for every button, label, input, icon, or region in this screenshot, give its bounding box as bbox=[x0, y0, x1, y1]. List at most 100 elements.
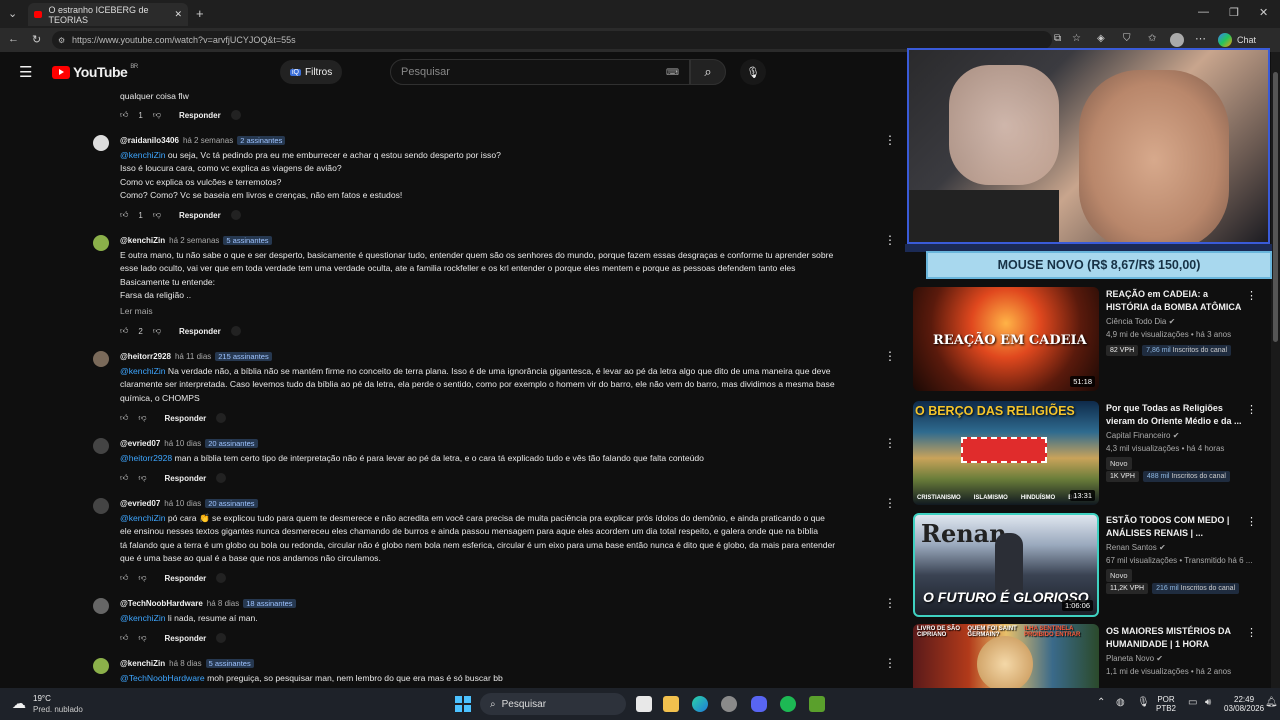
avatar[interactable] bbox=[93, 351, 109, 367]
comment-time[interactable]: há 8 dias bbox=[207, 599, 239, 608]
channel-name[interactable]: Planeta Novo ✔ bbox=[1106, 654, 1163, 663]
url-field[interactable]: ⚙ https://www.youtube.com/watch?v=arvfjU… bbox=[52, 31, 1052, 49]
comment-menu-icon[interactable]: ⋮ bbox=[884, 436, 896, 450]
youtube-logo[interactable]: YouTube BR bbox=[52, 64, 138, 80]
weather-temp[interactable]: 19°C bbox=[33, 694, 51, 703]
mention-link[interactable]: @heitorr2928 bbox=[120, 453, 172, 463]
close-tab-icon[interactable]: ✕ bbox=[174, 9, 182, 20]
video-title[interactable]: OS MAIORES MISTÉRIOS DA HUMANIDADE | 1 H… bbox=[1106, 625, 1251, 650]
volume-icon[interactable]: 🔊︎ bbox=[1205, 697, 1211, 708]
like-icon[interactable]: 👍︎ bbox=[120, 326, 128, 336]
tab-actions-icon[interactable]: ⌄ bbox=[8, 7, 17, 20]
weather-desc[interactable]: Pred. nublado bbox=[33, 705, 83, 714]
avatar[interactable] bbox=[93, 658, 109, 674]
like-icon[interactable]: 👍︎ bbox=[120, 110, 128, 120]
reply-button[interactable]: Responder bbox=[179, 111, 221, 120]
dislike-icon[interactable]: 👎︎ bbox=[138, 473, 146, 483]
recommendation-item[interactable]: Renan O FUTURO É GLORIOSO 1:06:06 ESTÃO … bbox=[913, 513, 1271, 621]
author-handle[interactable]: @kenchiZin bbox=[120, 236, 165, 245]
weather-icon[interactable]: ☁ bbox=[12, 695, 26, 712]
avatar[interactable] bbox=[93, 438, 109, 454]
video-menu-icon[interactable]: ⋮ bbox=[1246, 403, 1257, 416]
reply-button[interactable]: Responder bbox=[179, 211, 221, 220]
shield-icon[interactable]: ⛉ bbox=[1123, 33, 1131, 44]
maximize-icon[interactable]: ❐ bbox=[1229, 6, 1239, 19]
comment-time[interactable]: há 10 dias bbox=[164, 499, 201, 508]
filters-button[interactable]: iQ Filtros bbox=[280, 60, 343, 84]
recommendation-item[interactable]: LIVRO DE SÃO CIPRIANO QUEM FOI SAINT GERM… bbox=[913, 624, 1271, 688]
comment-time[interactable]: há 8 dias bbox=[169, 659, 201, 668]
extensions-icon[interactable]: ◈ bbox=[1097, 33, 1105, 44]
channel-name[interactable]: Ciência Todo Dia ✔ bbox=[1106, 317, 1175, 326]
dislike-icon[interactable]: 👎︎ bbox=[153, 210, 161, 220]
comment-time[interactable]: há 11 dias bbox=[175, 352, 211, 361]
copilot-chat-label[interactable]: Chat bbox=[1237, 35, 1256, 45]
author-handle[interactable]: @kenchiZin bbox=[120, 659, 165, 668]
active-tab[interactable]: O estranho ICEBERG de TEORIAS ✕ bbox=[28, 3, 188, 26]
avatar[interactable] bbox=[93, 498, 109, 514]
comment-menu-icon[interactable]: ⋮ bbox=[884, 596, 896, 610]
dislike-icon[interactable]: 👎︎ bbox=[153, 110, 161, 120]
task-view-icon[interactable] bbox=[636, 696, 652, 712]
clock[interactable]: 22:49 03/08/2026 bbox=[1224, 695, 1264, 713]
video-menu-icon[interactable]: ⋮ bbox=[1246, 626, 1257, 639]
comment-time[interactable]: há 2 semanas bbox=[183, 136, 233, 145]
video-menu-icon[interactable]: ⋮ bbox=[1246, 515, 1257, 528]
author-handle[interactable]: @raidanilo3406 bbox=[120, 136, 179, 145]
video-thumbnail[interactable]: O BERÇO DAS RELIGIÕES CRISTIANISMO ISLAMI… bbox=[913, 401, 1099, 505]
avatar[interactable] bbox=[93, 598, 109, 614]
edge-icon[interactable] bbox=[692, 696, 708, 712]
more-menu-icon[interactable]: ⋯ bbox=[1195, 32, 1206, 45]
voice-search-button[interactable]: 🎙 bbox=[740, 59, 766, 85]
taskbar-search[interactable]: ⌕ Pesquisar bbox=[480, 693, 626, 715]
comment-time[interactable]: há 2 semanas bbox=[169, 236, 219, 245]
video-menu-icon[interactable]: ⋮ bbox=[1246, 289, 1257, 302]
author-handle[interactable]: @heitorr2928 bbox=[120, 352, 171, 361]
page-scrollbar[interactable] bbox=[1271, 52, 1280, 688]
start-menu-icon[interactable] bbox=[455, 696, 471, 712]
site-info-icon[interactable]: ⚙ bbox=[58, 36, 65, 45]
avatar[interactable] bbox=[93, 235, 109, 251]
reply-button[interactable]: Responder bbox=[165, 574, 207, 583]
video-title[interactable]: Por que Todas as Religiões vieram do Ori… bbox=[1106, 402, 1251, 427]
video-title[interactable]: ESTÃO TODOS COM MEDO | ANÁLISES RENAIS |… bbox=[1106, 514, 1251, 539]
like-icon[interactable]: 👍︎ bbox=[120, 573, 128, 583]
mention-link[interactable]: @kenchiZin bbox=[120, 366, 166, 376]
video-thumbnail[interactable]: REAÇÃO EM CADEIA 51:18 bbox=[913, 287, 1099, 391]
author-handle[interactable]: @evried07 bbox=[120, 439, 160, 448]
language-indicator[interactable]: POR PTB2 bbox=[1156, 695, 1176, 713]
tray-expand-icon[interactable]: ⌃ bbox=[1097, 697, 1105, 708]
comment-menu-icon[interactable]: ⋮ bbox=[884, 133, 896, 147]
notifications-icon[interactable]: 🔔︎ bbox=[1265, 697, 1278, 708]
profile-avatar[interactable] bbox=[1170, 33, 1184, 47]
avatar[interactable] bbox=[93, 135, 109, 151]
dislike-icon[interactable]: 👎︎ bbox=[138, 573, 146, 583]
apps-icon[interactable]: ⧉ bbox=[1054, 33, 1061, 44]
reply-button[interactable]: Responder bbox=[165, 634, 207, 643]
spotify-icon[interactable] bbox=[780, 696, 796, 712]
back-icon[interactable]: ← bbox=[8, 33, 19, 45]
comment-menu-icon[interactable]: ⋮ bbox=[884, 656, 896, 670]
channel-name[interactable]: Capital Financeiro ✔ bbox=[1106, 431, 1179, 440]
video-title[interactable]: REAÇÃO em CADEIA: a HISTÓRIA da BOMBA AT… bbox=[1106, 288, 1251, 313]
reload-icon[interactable]: ↻ bbox=[32, 33, 41, 46]
reply-button[interactable]: Responder bbox=[179, 327, 221, 336]
network-icon[interactable]: ▭ bbox=[1188, 697, 1197, 708]
minimize-icon[interactable]: — bbox=[1198, 6, 1209, 18]
dislike-icon[interactable]: 👎︎ bbox=[138, 633, 146, 643]
keyboard-icon[interactable]: ⌨ bbox=[666, 67, 679, 78]
hamburger-menu-icon[interactable]: ☰ bbox=[19, 63, 32, 81]
reply-button[interactable]: Responder bbox=[165, 414, 207, 423]
reply-button[interactable]: Responder bbox=[165, 474, 207, 483]
dislike-icon[interactable]: 👎︎ bbox=[138, 413, 146, 423]
channel-name[interactable]: Renan Santos ✔ bbox=[1106, 543, 1166, 552]
minecraft-icon[interactable] bbox=[809, 696, 825, 712]
read-more-link[interactable]: Ler mais bbox=[120, 306, 153, 316]
scrollbar-thumb[interactable] bbox=[1273, 72, 1278, 342]
author-handle[interactable]: @evried07 bbox=[120, 499, 160, 508]
like-icon[interactable]: 👍︎ bbox=[120, 413, 128, 423]
author-handle[interactable]: @TechNoobHardware bbox=[120, 599, 203, 608]
discord-icon[interactable] bbox=[751, 696, 767, 712]
steam-icon[interactable] bbox=[721, 696, 737, 712]
video-thumbnail[interactable]: Renan O FUTURO É GLORIOSO 1:06:06 bbox=[913, 513, 1099, 617]
